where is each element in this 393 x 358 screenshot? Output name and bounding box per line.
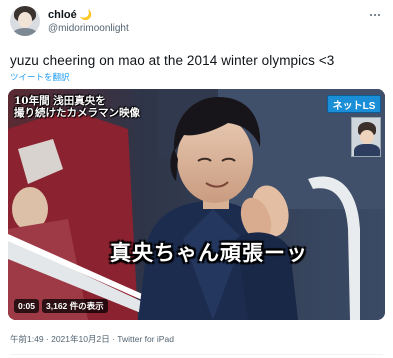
author-name-text[interactable]: chloé <box>48 9 77 21</box>
video-caption-top: 10年間 浅田真央を 撮り続けたカメラマン映像 <box>14 95 140 119</box>
profile-avatar-icon[interactable] <box>10 6 40 36</box>
moon-icon: 🌙 <box>79 9 93 21</box>
video-caption-line-1: 10年間 浅田真央を <box>14 95 106 107</box>
tweet-text: yuzu cheering on mao at the 2014 winter … <box>10 53 335 68</box>
video-inset-picture <box>351 117 381 157</box>
video-subtitle: 真央ちゃん頑張ーッ <box>110 241 308 265</box>
video-controls: 0:05 3,162 件の表示 <box>14 299 108 313</box>
tweet: chloé 🌙 @midorimoonlight yuzu cheering o… <box>0 0 393 358</box>
video-caption-line-2: 撮り続けたカメラマン映像 <box>14 107 140 119</box>
tweet-timestamp-source[interactable]: 午前1:49 · 2021年10月2日 · Twitter for iPad <box>10 333 174 345</box>
video-frame <box>8 89 385 320</box>
video-player[interactable]: 10年間 浅田真央を 撮り続けたカメラマン映像 ネットLS 真央ちゃん頑張ーッ … <box>8 89 385 320</box>
channel-logo: ネットLS <box>327 95 381 113</box>
author-handle[interactable]: @midorimoonlight <box>48 23 129 34</box>
video-view-count: 3,162 件の表示 <box>42 299 108 313</box>
more-options-icon[interactable] <box>367 8 383 22</box>
author-display-name[interactable]: chloé 🌙 <box>48 9 92 21</box>
video-duration: 0:05 <box>14 299 40 313</box>
divider <box>10 354 383 355</box>
translate-tweet-link[interactable]: ツイートを翻訳 <box>10 71 70 83</box>
